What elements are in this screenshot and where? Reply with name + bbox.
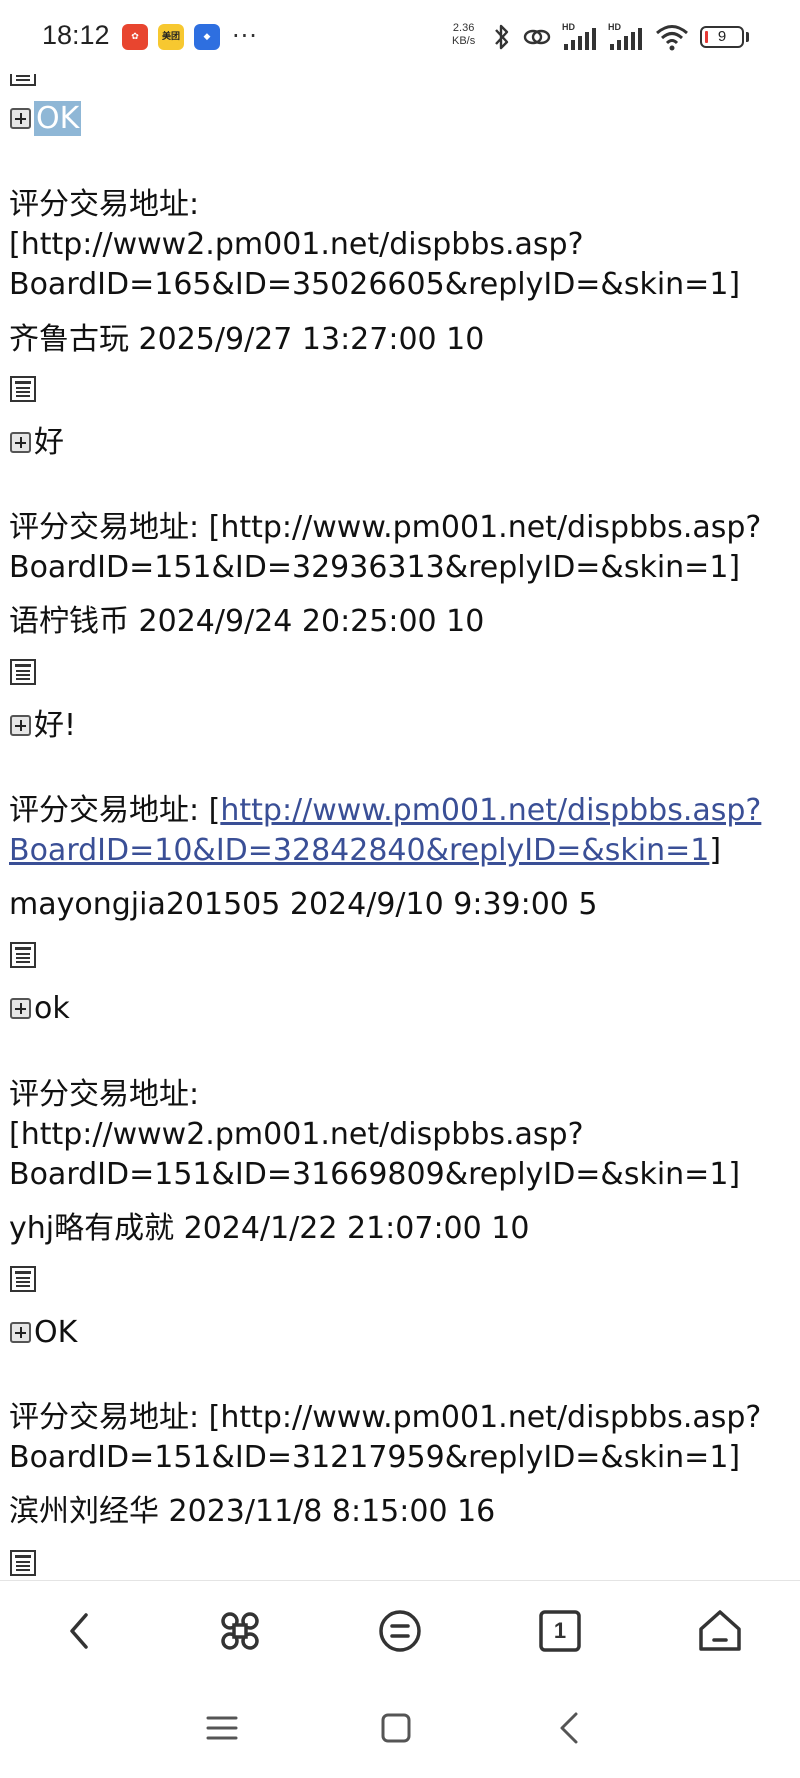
browser-toolbar: 1	[0, 1580, 800, 1681]
status-time: 18:12	[42, 20, 110, 50]
trade-address-url-cont: BoardID=151&ID=31669809&replyID=&skin=1]	[9, 1157, 741, 1192]
network-speed-value: 2.36	[452, 22, 475, 34]
status-bar: 18:12 ✿ 美团 ◆ ··· 2.36 KB/s HD HD 9	[0, 0, 800, 74]
doc-icon[interactable]	[10, 659, 36, 685]
reply-text: 好	[34, 425, 64, 460]
rater-line: 语柠钱币 2024/9/24 20:25:00 10	[9, 604, 485, 639]
system-navigation-bar	[0, 1680, 800, 1778]
doc-icon[interactable]	[10, 942, 36, 968]
doc-icon[interactable]	[10, 1266, 36, 1292]
trade-address-label: 评分交易地址:	[9, 1077, 200, 1112]
signal-hd-icon: HD	[562, 22, 596, 50]
trade-address-link[interactable]: http://www.pm001.net/dispbbs.asp?	[220, 793, 761, 828]
reply-text: 好!	[34, 708, 77, 743]
trade-address-suffix: ]	[709, 833, 722, 868]
tabs-button[interactable]: 1	[532, 1603, 588, 1659]
signal-hd-2-icon: HD	[608, 22, 642, 50]
rater-line: mayongjia201505 2024/9/10 9:39:00 5	[9, 887, 598, 922]
trade-address-url: [http://www2.pm001.net/dispbbs.asp?	[9, 1117, 584, 1152]
wifi-icon	[656, 25, 688, 51]
home-icon[interactable]	[692, 1603, 748, 1659]
reply-text: ok	[34, 991, 70, 1026]
reply-text: OK	[34, 1315, 78, 1350]
back-icon[interactable]	[52, 1603, 108, 1659]
trade-address-link-cont[interactable]: BoardID=10&ID=32842840&replyID=&skin=1	[9, 833, 709, 868]
doc-icon[interactable]	[10, 74, 36, 86]
doc-icon[interactable]	[10, 1550, 36, 1576]
rater-line: 齐鲁古玩 2025/9/27 13:27:00 10	[9, 322, 485, 357]
link-icon	[523, 29, 551, 45]
trade-address-url-cont[interactable]: BoardID=165&ID=35026605&replyID=&skin=1]	[9, 264, 740, 305]
home-square-icon[interactable]	[376, 1708, 416, 1748]
trade-address-line-cont: BoardID=10&ID=32842840&replyID=&skin=1]	[9, 830, 721, 871]
rater-line: 滨州刘经华 2023/11/8 8:15:00 16	[9, 1494, 496, 1529]
reply-highlight: OK	[34, 101, 82, 136]
page-content[interactable]: OK 评分交易地址: [http://www2.pm001.net/dispbb…	[0, 74, 800, 1580]
command-icon[interactable]	[212, 1603, 268, 1659]
expand-plus-icon[interactable]	[10, 108, 31, 129]
trade-address-url[interactable]: [http://www2.pm001.net/dispbbs.asp?	[9, 224, 584, 265]
trade-address-label: 评分交易地址:	[9, 187, 200, 222]
battery-percent: 9	[717, 28, 727, 45]
trade-address-url-cont: BoardID=151&ID=31217959&replyID=&skin=1]	[9, 1440, 741, 1475]
trade-address-url-cont: BoardID=151&ID=32936313&replyID=&skin=1]	[9, 550, 741, 585]
network-speed: 2.36 KB/s	[452, 22, 475, 48]
svg-text:HD: HD	[608, 22, 621, 32]
more-notifications-icon: ···	[232, 22, 258, 50]
recents-icon[interactable]	[202, 1708, 242, 1748]
back-chevron-icon[interactable]	[550, 1708, 590, 1748]
tab-count: 1	[553, 1618, 567, 1643]
meituan-icon: 美团	[158, 24, 184, 50]
expand-plus-icon[interactable]	[10, 1322, 31, 1343]
bluetooth-icon	[495, 24, 509, 50]
trade-address-prefix: 评分交易地址: [	[9, 793, 221, 828]
expand-plus-icon[interactable]	[10, 715, 31, 736]
rater-line: yhj略有成就 2024/1/22 21:07:00 10	[9, 1211, 530, 1246]
blue-app-icon: ◆	[194, 24, 220, 50]
expand-plus-icon[interactable]	[10, 432, 31, 453]
doc-icon[interactable]	[10, 376, 36, 402]
expand-plus-icon[interactable]	[10, 998, 31, 1019]
svg-text:HD: HD	[562, 22, 575, 32]
battery-icon: 9	[700, 26, 744, 48]
menu-icon[interactable]	[372, 1603, 428, 1659]
battery-cap	[746, 32, 749, 42]
trade-address-line: 评分交易地址: [http://www.pm001.net/dispbbs.as…	[9, 790, 761, 831]
reply-text: OK	[34, 98, 82, 139]
trade-address-line: 评分交易地址: [http://www.pm001.net/dispbbs.as…	[9, 1400, 762, 1435]
red-app-icon: ✿	[122, 24, 148, 50]
trade-address-line: 评分交易地址: [http://www.pm001.net/dispbbs.as…	[9, 510, 762, 545]
network-speed-unit: KB/s	[452, 35, 476, 47]
